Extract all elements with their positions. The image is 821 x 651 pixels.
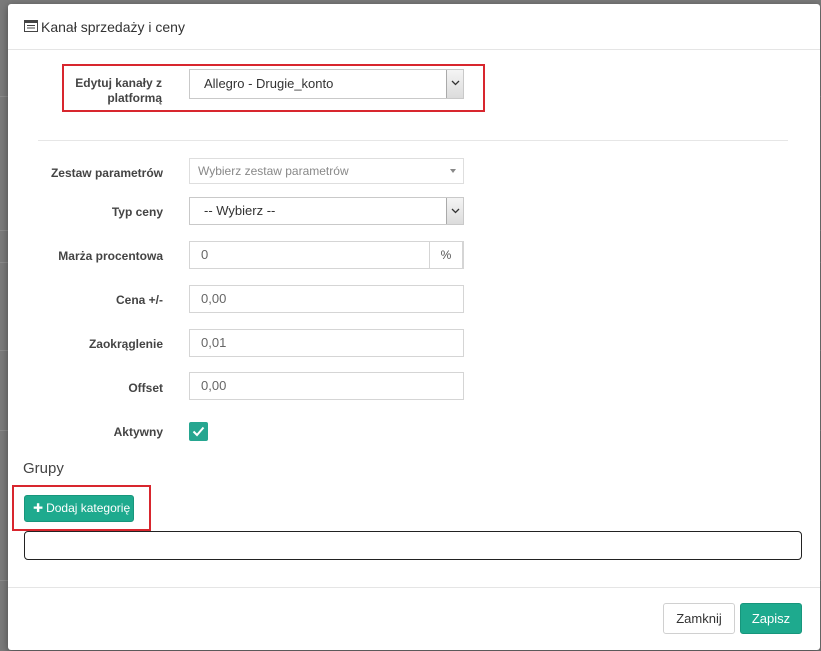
param-set-label: Zestaw parametrów bbox=[50, 166, 163, 180]
plus-icon: ✚ bbox=[33, 501, 44, 515]
checkmark-icon bbox=[192, 426, 205, 437]
param-set-placeholder: Wybierz zestaw parametrów bbox=[198, 164, 349, 178]
margin-input[interactable]: 0 % bbox=[189, 241, 464, 269]
chevron-down-icon[interactable] bbox=[446, 70, 463, 98]
add-category-button[interactable]: ✚ Dodaj kategorię bbox=[24, 495, 134, 522]
price-type-value: -- Wybierz -- bbox=[204, 203, 276, 218]
modal-title: Kanał sprzedaży i ceny bbox=[41, 19, 185, 35]
rounding-label: Zaokrąglenie bbox=[88, 337, 163, 351]
price-adj-label: Cena +/- bbox=[115, 293, 163, 307]
offset-input[interactable]: 0,00 bbox=[189, 372, 464, 400]
close-button[interactable]: Zamknij bbox=[663, 603, 735, 634]
modal-footer: Zamknij Zapisz bbox=[8, 587, 820, 650]
active-label: Aktywny bbox=[113, 425, 163, 439]
percent-addon: % bbox=[429, 241, 463, 269]
price-adj-input[interactable]: 0,00 bbox=[189, 285, 464, 313]
margin-label: Marża procentowa bbox=[58, 249, 163, 263]
param-set-select[interactable]: Wybierz zestaw parametrów bbox=[189, 158, 464, 184]
form-divider bbox=[38, 140, 788, 141]
sales-channel-modal: Kanał sprzedaży i ceny Edytuj kanały z p… bbox=[8, 4, 820, 650]
chevron-down-icon[interactable] bbox=[446, 198, 463, 224]
platform-label: Edytuj kanały z platformą bbox=[75, 76, 162, 105]
save-button[interactable]: Zapisz bbox=[740, 603, 802, 634]
rounding-input[interactable]: 0,01 bbox=[189, 329, 464, 357]
list-box-icon bbox=[24, 20, 38, 32]
price-type-select[interactable]: -- Wybierz -- bbox=[189, 197, 464, 225]
groups-title: Grupy bbox=[23, 460, 64, 477]
margin-value: 0 bbox=[201, 247, 209, 262]
groups-container bbox=[24, 531, 802, 560]
modal-header: Kanał sprzedaży i ceny bbox=[8, 4, 820, 50]
platform-select[interactable]: Allegro - Drugie_konto bbox=[189, 69, 464, 99]
offset-label: Offset bbox=[128, 381, 163, 395]
add-category-label: Dodaj kategorię bbox=[46, 501, 131, 515]
platform-select-value: Allegro - Drugie_konto bbox=[204, 76, 334, 91]
price-type-label: Typ ceny bbox=[111, 205, 163, 219]
caret-down-icon bbox=[450, 169, 456, 173]
active-checkbox[interactable] bbox=[189, 422, 208, 441]
